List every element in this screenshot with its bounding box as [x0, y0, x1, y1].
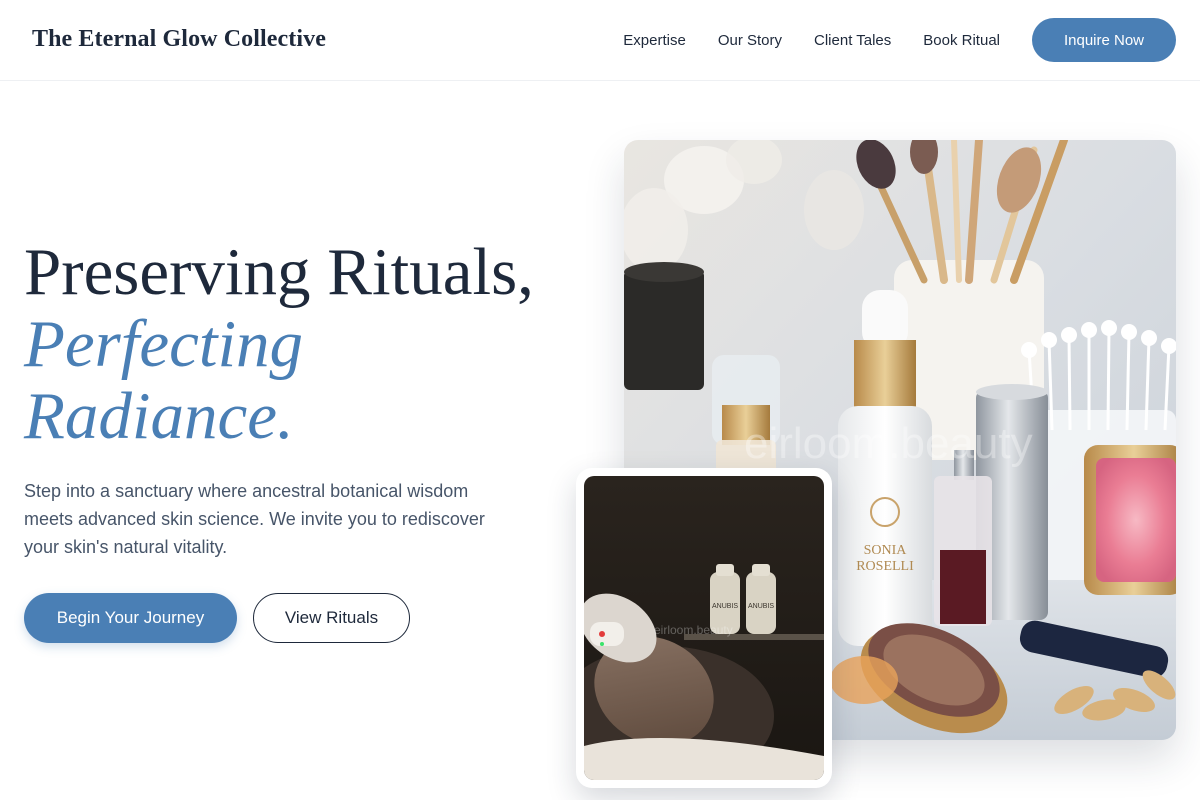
nav-link-expertise[interactable]: Expertise [623, 32, 686, 49]
inquire-now-button[interactable]: Inquire Now [1032, 18, 1176, 62]
begin-journey-button[interactable]: Begin Your Journey [24, 593, 237, 643]
nav-link-book-ritual[interactable]: Book Ritual [923, 32, 1000, 49]
svg-text:ANUBIS: ANUBIS [748, 603, 774, 610]
spa-treatment-image: ANUBIS ANUBIS eirloom.beauty [584, 476, 824, 780]
nav-link-our-story[interactable]: Our Story [718, 32, 782, 49]
inset-image-frame: ANUBIS ANUBIS eirloom.beauty [576, 468, 832, 788]
hero-title: Preserving Rituals, Perfecting Radiance. [24, 236, 534, 452]
site-header: The Eternal Glow Collective Expertise Ou… [0, 0, 1200, 81]
hero-image-watermark: eirloom.beauty [744, 419, 1033, 468]
hero-subtitle: Step into a sanctuary where ancestral bo… [24, 481, 485, 557]
brand-logo-text[interactable]: The Eternal Glow Collective [32, 26, 326, 53]
svg-text:ANUBIS: ANUBIS [712, 603, 738, 610]
inset-image-watermark: eirloom.beauty [654, 623, 733, 637]
svg-text:SONIA: SONIA [864, 543, 908, 558]
hero-title-line-3: Radiance. [24, 379, 294, 453]
hero-title-line-1: Preserving Rituals, [24, 235, 534, 309]
view-rituals-button[interactable]: View Rituals [253, 593, 410, 643]
main-nav: Expertise Our Story Client Tales Book Ri… [623, 18, 1176, 62]
svg-text:ROSELLI: ROSELLI [856, 559, 914, 574]
hero-title-line-2: Perfecting [24, 307, 304, 381]
nav-link-client-tales[interactable]: Client Tales [814, 32, 891, 49]
